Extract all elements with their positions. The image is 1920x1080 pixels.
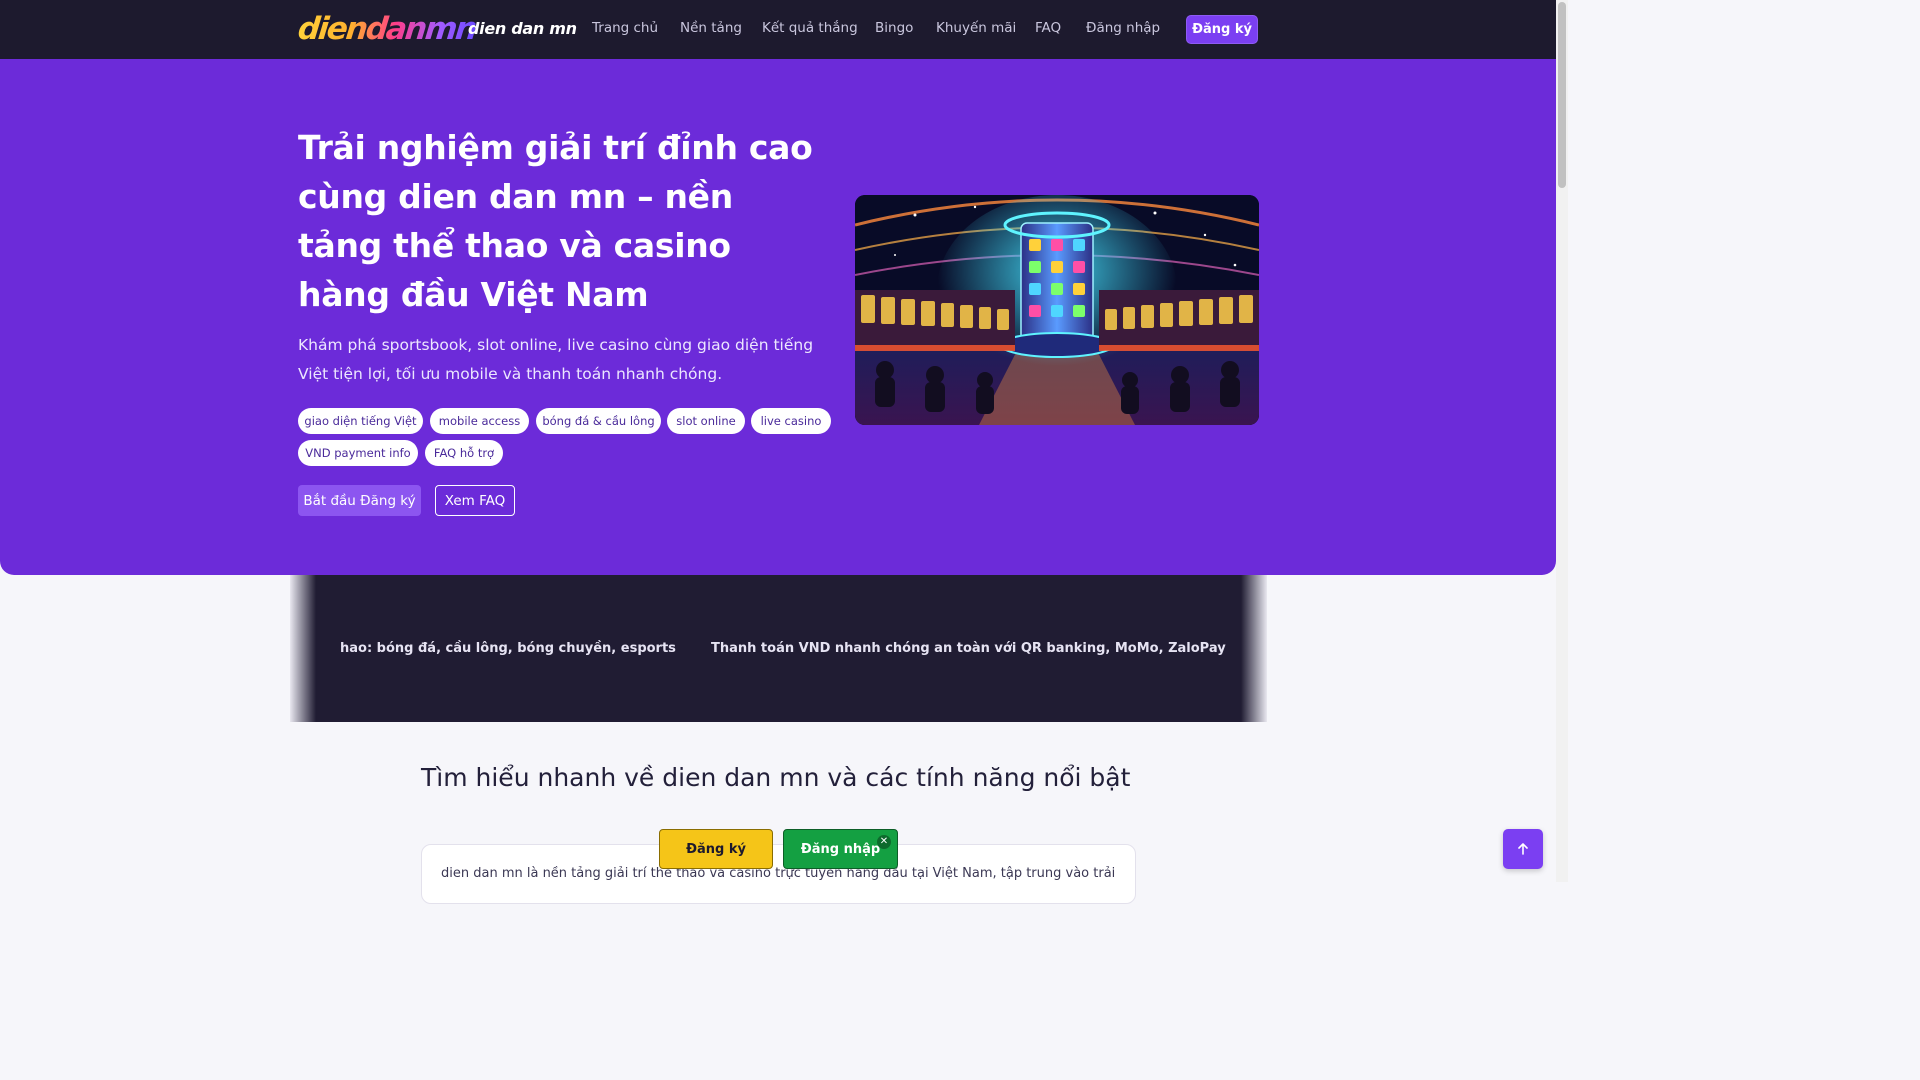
header-register-button[interactable]: Đăng ký [1186,15,1258,44]
ticker-item: hao: bóng đá, cầu lông, bóng chuyền, esp… [340,641,676,656]
start-register-button[interactable]: Bắt đầu Đăng ký [298,485,421,516]
chip: giao diện tiếng Việt [298,408,423,434]
nav-item-faq[interactable]: FAQ [1035,20,1061,36]
info-ticker: hao: bóng đá, cầu lông, bóng chuyền, esp… [290,575,1267,722]
nav-item-ket-qua-thang[interactable]: Kết quả thắng [762,20,858,36]
site-name[interactable]: dien dan mn [468,19,577,38]
floating-register-button[interactable]: Đăng ký [659,829,773,869]
close-icon[interactable]: ✕ [877,835,891,849]
ticker-item: Thanh toán VND nhanh chóng an toàn với Q… [711,641,1226,656]
scrollbar-thumb[interactable] [1558,2,1566,188]
top-navbar: diendanmn dien dan mn Trang chủ Nền tảng… [0,0,1556,59]
chip: bóng đá & cầu lông [536,408,661,434]
nav-item-trang-chu[interactable]: Trang chủ [592,20,658,36]
chip: live casino [751,408,831,434]
arrow-up-icon [1518,843,1528,855]
nav-item-khuyen-mai[interactable]: Khuyến mãi [936,20,1016,36]
nav-item-bingo[interactable]: Bingo [875,20,913,36]
hero-title: Trải nghiệm giải trí đỉnh cao cùng dien … [298,128,813,314]
intro-text: dien dan mn là nền tảng giải trí thể tha… [441,866,1116,881]
casino-illustration [855,195,1259,425]
section-title: Tìm hiểu nhanh về dien dan mn và các tín… [421,763,1131,792]
nav-item-nen-tang[interactable]: Nền tảng [680,20,742,36]
site-logo[interactable]: diendanmn [296,8,478,50]
chip: VND payment info [298,440,418,466]
nav-item-dang-nhap[interactable]: Đăng nhập [1086,20,1160,36]
logo-wordmark: diendanmn [296,10,478,47]
back-to-top-button[interactable] [1503,829,1543,869]
chip: FAQ hỗ trợ [425,440,503,466]
casino-hero-image [855,195,1259,425]
chip: mobile access [430,408,529,434]
hero-subtitle: Khám phá sportsbook, slot online, live c… [298,336,814,383]
chip: slot online [667,408,745,434]
view-faq-button[interactable]: Xem FAQ [435,485,515,516]
